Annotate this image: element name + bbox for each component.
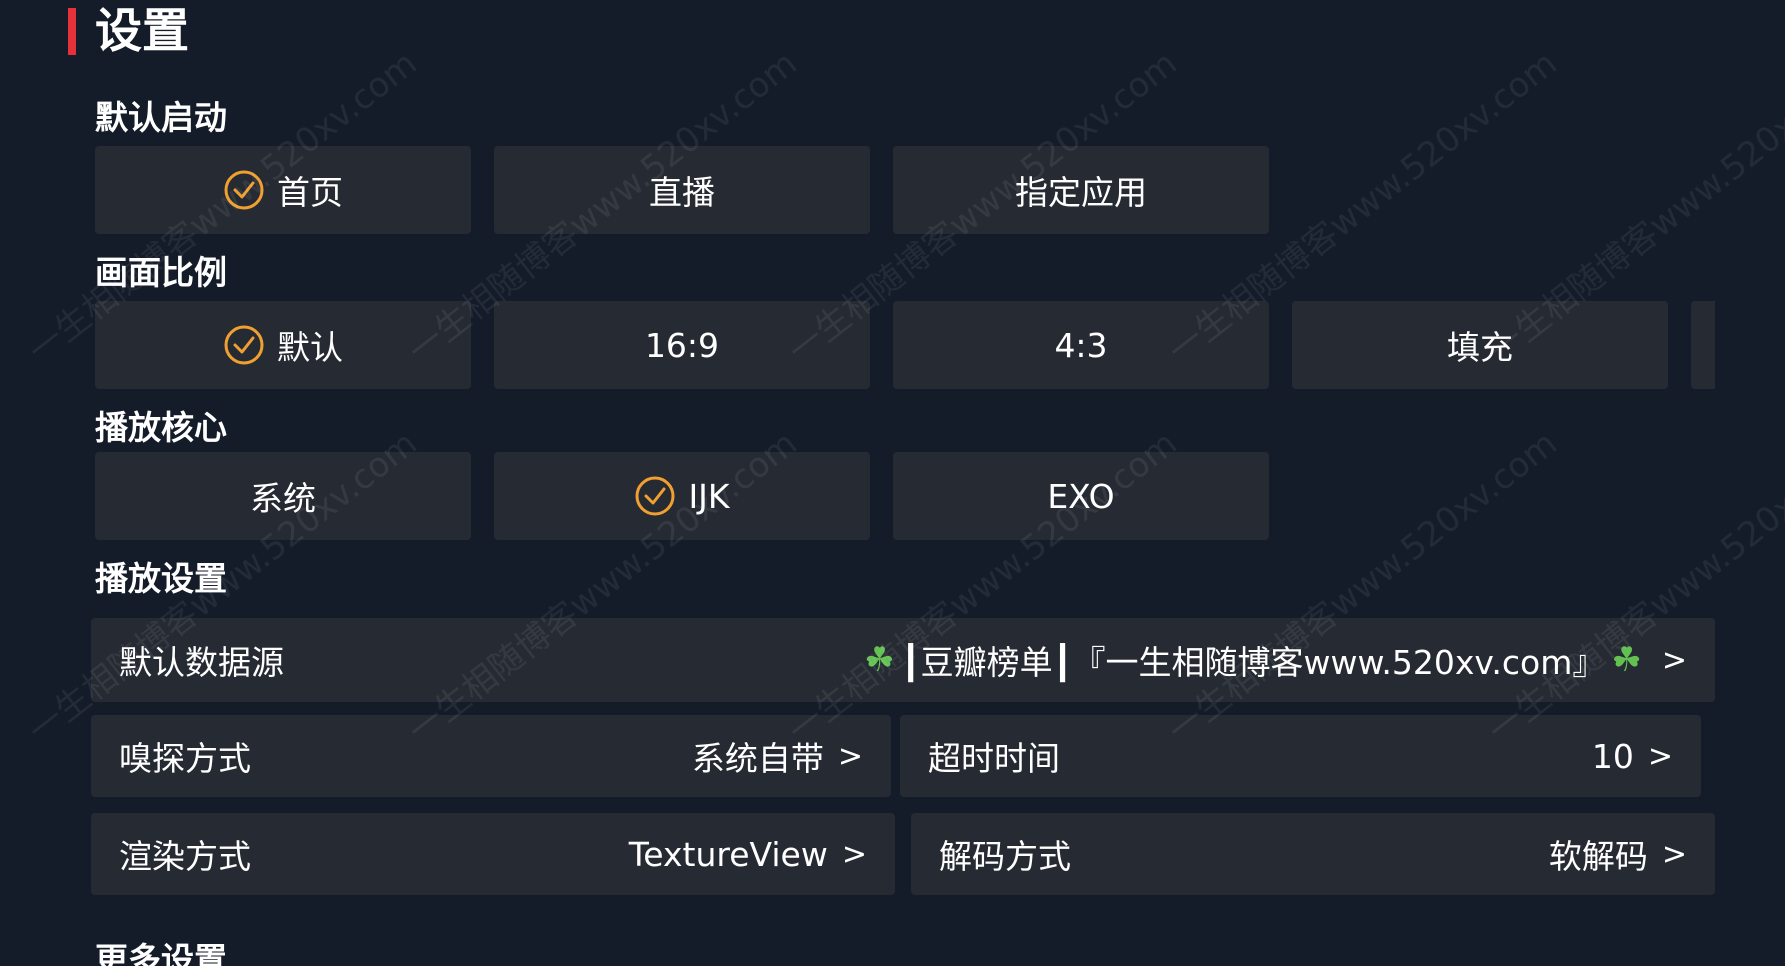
option-label: 4:3 (1054, 325, 1108, 365)
row-label: 超时时间 (928, 739, 1060, 778)
section-default-start-label: 默认启动 (95, 98, 227, 137)
option-label: 系统 (250, 479, 316, 518)
row-label: 嗅探方式 (119, 739, 251, 778)
row-value: 系统自带 > (692, 732, 863, 780)
decode-mode-row[interactable]: 解码方式 软解码 > (911, 813, 1715, 895)
row-label: 解码方式 (939, 837, 1071, 876)
option-label: 首页 (277, 173, 343, 212)
default-start-option-live[interactable]: 直播 (494, 146, 870, 234)
option-label: 填充 (1447, 328, 1513, 367)
render-mode-row[interactable]: 渲染方式 TextureView > (91, 813, 895, 895)
page-title: 设置 (95, 4, 189, 59)
sniff-mode-row[interactable]: 嗅探方式 系统自带 > (91, 715, 891, 797)
check-circle-icon (223, 324, 265, 366)
option-label: 16:9 (644, 325, 720, 365)
check-circle-icon (223, 169, 265, 211)
timeout-value: 10 (1591, 736, 1634, 776)
aspect-option-fill[interactable]: 填充 (1292, 301, 1668, 389)
default-start-option-app[interactable]: 指定应用 (893, 146, 1269, 234)
sniff-mode-value: 系统自带 (691, 739, 824, 778)
chevron-right-icon: > (837, 738, 863, 774)
section-play-core-label: 播放核心 (95, 408, 227, 447)
default-source-value-text: ┃豆瓣榜单┃『一生相随博客www.520xv.com』 (900, 643, 1606, 682)
play-core-option-exo[interactable]: EXO (893, 452, 1269, 540)
option-label: EXO (1047, 476, 1115, 516)
row-label: 渲染方式 (119, 837, 251, 876)
row-label: 默认数据源 (119, 643, 284, 682)
row-value: 10 > (1592, 737, 1673, 776)
clover-icon: ☘ (1611, 640, 1642, 680)
play-core-option-system[interactable]: 系统 (95, 452, 471, 540)
section-more-settings-label: 更多设置 (95, 940, 227, 966)
default-source-row[interactable]: 默认数据源 ☘ ┃豆瓣榜单┃『一生相随博客www.520xv.com』 ☘ > (91, 618, 1715, 702)
option-label: IJK (688, 476, 730, 516)
row-value: TextureView > (629, 835, 867, 874)
chevron-right-icon: > (1647, 738, 1673, 774)
aspect-option-default[interactable]: 默认 (95, 301, 471, 389)
title-accent-bar (68, 8, 76, 55)
default-start-option-home[interactable]: 首页 (95, 146, 471, 234)
settings-page: 设置 默认启动 首页 直播 指定应用 画面比例 默认 16:9 4:3 填充 播… (0, 0, 1785, 966)
chevron-right-icon: > (1661, 642, 1687, 678)
option-label: 直播 (649, 173, 715, 212)
option-label: 指定应用 (1015, 173, 1147, 212)
section-play-settings-label: 播放设置 (95, 559, 227, 598)
chevron-right-icon: > (1661, 836, 1687, 872)
decode-mode-value: 软解码 (1548, 837, 1648, 876)
row-value: 软解码 > (1549, 830, 1687, 878)
clover-icon: ☘ (864, 640, 895, 680)
timeout-row[interactable]: 超时时间 10 > (900, 715, 1701, 797)
option-label: 默认 (277, 328, 343, 367)
chevron-right-icon: > (841, 836, 867, 872)
section-aspect-ratio-label: 画面比例 (95, 253, 227, 292)
aspect-option-4-3[interactable]: 4:3 (893, 301, 1269, 389)
aspect-option-16-9[interactable]: 16:9 (494, 301, 870, 389)
check-circle-icon (634, 475, 676, 517)
render-mode-value: TextureView (628, 834, 828, 874)
aspect-option-more-partial[interactable] (1691, 301, 1715, 389)
row-value: ☘ ┃豆瓣榜单┃『一生相随博客www.520xv.com』 ☘ > (858, 636, 1687, 684)
play-core-option-ijk[interactable]: IJK (494, 452, 870, 540)
